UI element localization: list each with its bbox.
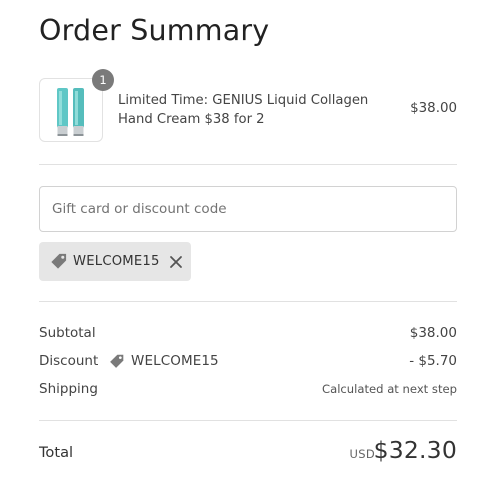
applied-discount-tag[interactable]: WELCOME15: [39, 242, 191, 281]
order-summary-panel: Order Summary 1 Limited Time: GENIUS Liq…: [0, 0, 493, 499]
subtotal-line: Subtotal $38.00: [39, 323, 457, 343]
discount-label: Discount: [39, 353, 99, 369]
price-tag-icon: [51, 253, 67, 269]
price-tag-icon: [110, 354, 124, 368]
hand-cream-tubes-image: [57, 88, 84, 136]
discount-line: Discount WELCOME15 - $5.70: [39, 351, 457, 371]
total-amount: $32.30: [373, 436, 457, 464]
close-icon[interactable]: [169, 255, 183, 269]
product-name: Limited Time: GENIUS Liquid Collagen Han…: [118, 93, 369, 127]
subtotal-value: $38.00: [409, 325, 457, 341]
product-price: $38.00: [410, 101, 457, 116]
shipping-line: Shipping Calculated at next step: [39, 379, 457, 399]
discount-code-input[interactable]: [39, 186, 457, 232]
applied-discount-code: WELCOME15: [73, 254, 160, 269]
discount-value: - $5.70: [409, 353, 457, 369]
divider: [39, 164, 457, 165]
subtotal-label: Subtotal: [39, 325, 96, 341]
divider: [39, 420, 457, 421]
discount-code-text: WELCOME15: [131, 353, 219, 369]
currency-code: USD: [349, 447, 375, 461]
total-line: Total USD $32.30: [39, 436, 457, 470]
divider: [39, 301, 457, 302]
total-label: Total: [39, 444, 74, 461]
discount-code-display: WELCOME15: [108, 351, 219, 371]
page-title: Order Summary: [39, 14, 270, 47]
quantity-badge: 1: [92, 69, 114, 91]
product-thumbnail: 1: [39, 69, 114, 142]
shipping-label: Shipping: [39, 381, 98, 397]
shipping-value: Calculated at next step: [322, 382, 457, 396]
cart-line-item: 1 Limited Time: GENIUS Liquid Collagen H…: [39, 69, 457, 142]
